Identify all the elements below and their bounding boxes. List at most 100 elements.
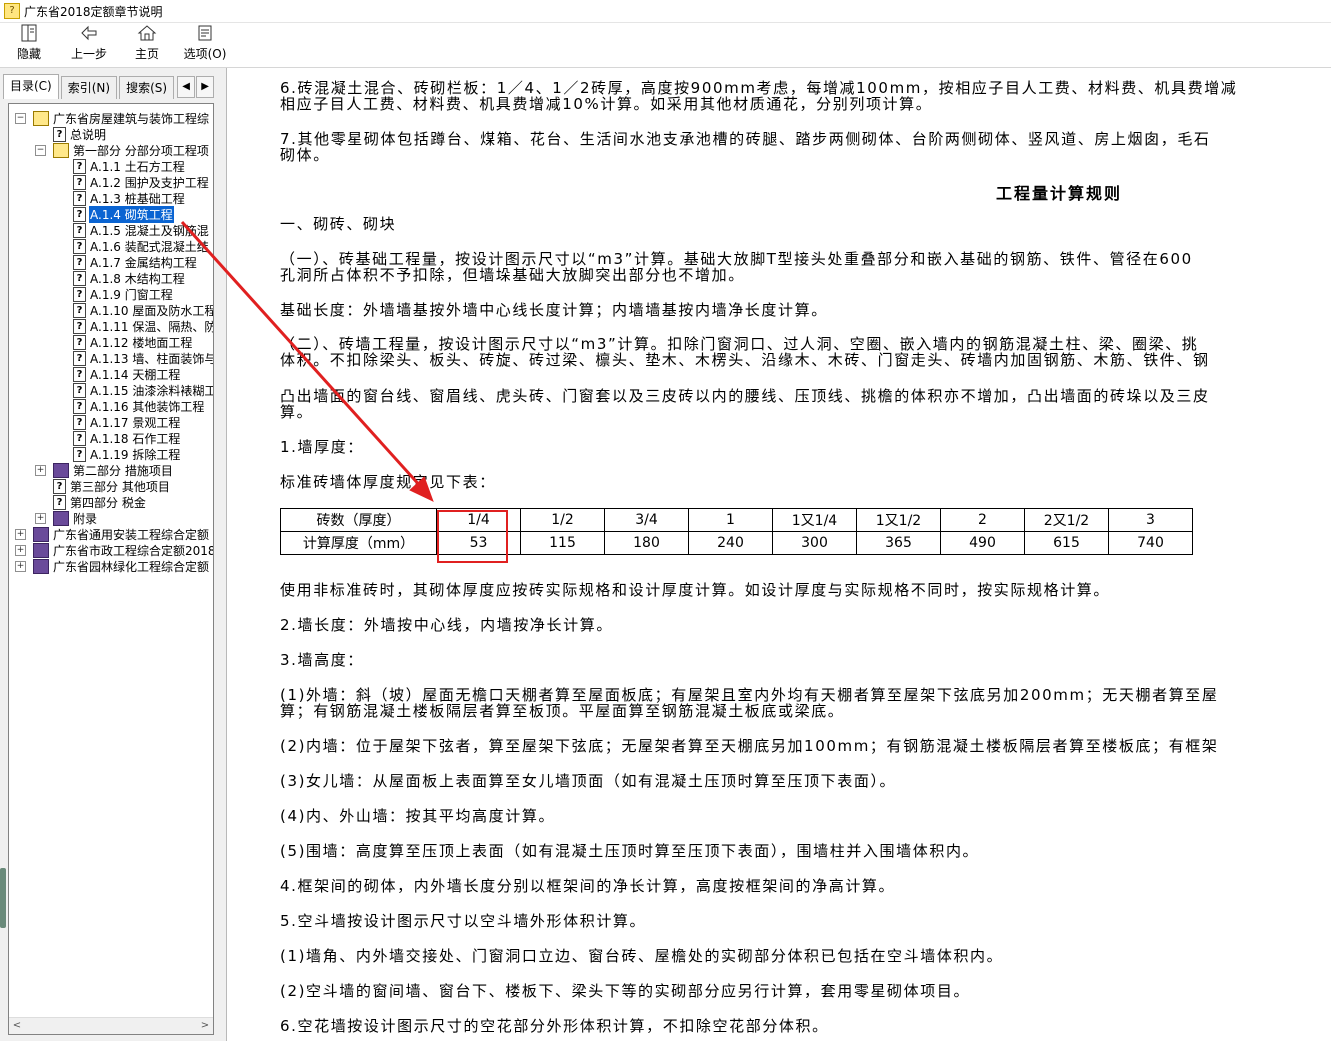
back-button[interactable]: 上一步 xyxy=(60,23,118,67)
tree-item[interactable]: ? A.1.17 景观工程 xyxy=(73,414,181,430)
tab-search[interactable]: 搜索(S) xyxy=(119,76,175,99)
table-cell: 3 xyxy=(1108,508,1193,532)
book-icon xyxy=(33,558,49,574)
tree-item[interactable]: ? A.1.11 保温、隔热、防 xyxy=(73,318,214,334)
help-page-icon: ? xyxy=(73,398,86,414)
tree-item[interactable]: ? A.1.4 砌筑工程 xyxy=(73,205,174,223)
tree-item[interactable]: ? A.1.6 装配式混凝土结 xyxy=(73,238,210,254)
options-button[interactable]: 选项(O) xyxy=(176,23,234,67)
home-icon xyxy=(137,23,157,45)
tree-item[interactable]: 第一部分 分部分项工程项 xyxy=(53,142,210,158)
content-paragraph: 相应子目人工费、材料费、机具费增减10%计算。如采用其他材质通花，分别列项计算。 xyxy=(280,95,933,113)
tree-item[interactable]: ? A.1.15 油漆涂料裱糊工 xyxy=(73,382,214,398)
tree-item[interactable]: ? A.1.13 墙、柱面装饰与 xyxy=(73,350,213,366)
tree-item-label: 第三部分 其他项目 xyxy=(70,479,170,494)
tree-item-label: A.1.17 景观工程 xyxy=(90,415,181,430)
tab-scroll-right-icon[interactable]: ▶ xyxy=(196,76,215,98)
table-cell: 740 xyxy=(1108,531,1193,555)
table-cell: 615 xyxy=(1024,531,1109,555)
tree-item-label: A.1.15 油漆涂料裱糊工 xyxy=(90,383,214,398)
tree-item[interactable]: 广东省市政工程综合定额2018 xyxy=(33,542,213,558)
tree-item-label: A.1.14 天棚工程 xyxy=(90,367,181,382)
tree-item[interactable]: ? A.1.3 桩基础工程 xyxy=(73,190,186,206)
home-button[interactable]: 主页 xyxy=(118,23,176,67)
tree-item[interactable]: 广东省通用安装工程综合定额 xyxy=(33,526,210,542)
content-paragraph: 算。 xyxy=(280,403,314,421)
tree-item[interactable]: ? A.1.5 混凝土及钢筋混 xyxy=(73,222,210,238)
tree-item-label: 广东省房屋建筑与装饰工程综 xyxy=(53,111,210,126)
tree-item-label: A.1.4 砌筑工程 xyxy=(89,205,174,223)
content-paragraph: 凸出墙面的窗台线、窗眉线、虎头砖、门窗套以及三皮砖以内的腰线、压顶线、挑檐的体积… xyxy=(280,387,1210,405)
help-page-icon: ? xyxy=(73,174,86,190)
tree-item[interactable]: ? A.1.12 楼地面工程 xyxy=(73,334,193,350)
content-paragraph: 5.空斗墙按设计图示尺寸以空斗墙外形体积计算。 xyxy=(280,912,647,930)
hide-label: 隐藏 xyxy=(16,47,41,61)
tree-item[interactable]: 附录 xyxy=(53,510,98,526)
expand-icon[interactable]: + xyxy=(35,465,46,476)
tree-item[interactable]: ? A.1.7 金属结构工程 xyxy=(73,254,198,270)
content-paragraph: 6.空花墙按设计图示尺寸的空花部分外形体积计算，不扣除空花部分体积。 xyxy=(280,1017,829,1035)
tree-item-label: A.1.7 金属结构工程 xyxy=(90,255,197,270)
content-paragraph: (5)围墙：高度算至压顶上表面（如有混凝土压顶时算至压顶下表面），围墙柱并入围墙… xyxy=(280,842,980,860)
content-paragraph: 使用非标准砖时，其砌体厚度应按砖实际规格和设计厚度计算。如设计厚度与实际规格不同… xyxy=(280,581,1111,599)
help-page-icon: ? xyxy=(73,350,86,366)
tree-item[interactable]: ? 第三部分 其他项目 xyxy=(53,478,171,494)
help-page-icon: ? xyxy=(73,318,86,334)
tree-item-label: 总说明 xyxy=(70,127,107,142)
tree-item[interactable]: ? A.1.2 围护及支护工程 xyxy=(73,174,210,190)
tree-item[interactable]: ? A.1.14 天棚工程 xyxy=(73,366,181,382)
tree-item-label: A.1.19 拆除工程 xyxy=(90,447,181,462)
help-page-icon: ? xyxy=(73,270,86,286)
expand-icon[interactable]: + xyxy=(15,561,26,572)
navigation-pane: 目录(C) 索引(N) 搜索(S) ◀ ▶ < > − 广东省房屋建筑与装饰工程综… xyxy=(0,68,227,1041)
tree-item[interactable]: 广东省房屋建筑与装饰工程综 xyxy=(33,110,210,126)
hide-button[interactable]: 隐藏 xyxy=(0,23,58,67)
expand-icon[interactable]: + xyxy=(35,513,46,524)
window-title: 广东省2018定额章节说明 xyxy=(24,4,163,19)
open-book-icon xyxy=(53,142,69,158)
tree-horizontal-scrollbar[interactable]: < > xyxy=(9,1017,213,1034)
content-paragraph: 4.框架间的砌体，内外墙长度分别以框架间的净长计算，高度按框架间的净高计算。 xyxy=(280,877,896,895)
tree-item[interactable]: ? A.1.9 门窗工程 xyxy=(73,286,174,302)
tree-item-label: A.1.11 保温、隔热、防 xyxy=(90,319,214,334)
tree-item-label: A.1.6 装配式混凝土结 xyxy=(90,239,209,254)
collapse-icon[interactable]: − xyxy=(15,113,26,124)
hide-icon xyxy=(19,23,39,45)
collapse-icon[interactable]: − xyxy=(35,145,46,156)
tree-item-label: 附录 xyxy=(73,511,98,526)
pane-splitter-grip[interactable] xyxy=(0,868,6,928)
scroll-left-icon[interactable]: < xyxy=(9,1018,25,1034)
scroll-right-icon[interactable]: > xyxy=(197,1018,213,1034)
tree-item-label: A.1.12 楼地面工程 xyxy=(90,335,193,350)
tree-item[interactable]: ? A.1.8 木结构工程 xyxy=(73,270,186,286)
table-cell: 365 xyxy=(856,531,941,555)
table-cell: 1/2 xyxy=(520,508,605,532)
tab-index[interactable]: 索引(N) xyxy=(60,76,118,99)
tree-item[interactable]: ? A.1.18 石作工程 xyxy=(73,430,181,446)
tree-item[interactable]: ? A.1.19 拆除工程 xyxy=(73,446,181,462)
tree-item[interactable]: ? A.1.10 屋面及防水工程 xyxy=(73,302,213,318)
tree-item[interactable]: 广东省园林绿化工程综合定额 xyxy=(33,558,210,574)
help-page-icon: ? xyxy=(73,254,86,270)
table-row: 砖数（厚度） 1/4 1/2 3/4 1 1又1/4 1又1/2 2 2又1/2 3 xyxy=(280,508,1193,532)
tab-contents[interactable]: 目录(C) xyxy=(3,74,59,99)
help-page-icon: ? xyxy=(73,334,86,350)
tree-item[interactable]: ? 总说明 xyxy=(53,126,107,142)
contents-tree[interactable]: < > − 广东省房屋建筑与装饰工程综? 总说明 − 第一部分 分部分项工程项? A.1.… xyxy=(8,103,214,1035)
tree-item[interactable]: ? A.1.1 土石方工程 xyxy=(73,158,186,174)
help-page-icon: ? xyxy=(73,206,86,222)
expand-icon[interactable]: + xyxy=(15,529,26,540)
open-book-icon xyxy=(33,110,49,126)
table-cell: 2 xyxy=(940,508,1025,532)
tree-item[interactable]: ? 第四部分 税金 xyxy=(53,494,147,510)
tab-scroll-left-icon[interactable]: ◀ xyxy=(177,76,196,98)
content-paragraph: (1)墙角、内外墙交接处、门窗洞口立边、窗台砖、屋檐处的实砌部分体积已包括在空斗… xyxy=(280,947,1004,965)
table-row: 计算厚度（mm） 53 115 180 240 300 365 490 615 740 xyxy=(280,531,1193,555)
expand-icon[interactable]: + xyxy=(15,545,26,556)
help-page-icon: ? xyxy=(73,414,86,430)
content-paragraph: 7.其他零星砌体包括蹲台、煤箱、花台、生活间水池支承池槽的砖腿、踏步两侧砌体、台… xyxy=(280,130,1211,148)
help-app-icon: ? xyxy=(4,3,20,19)
tree-item-label: A.1.3 桩基础工程 xyxy=(90,191,185,206)
tree-item[interactable]: ? A.1.16 其他装饰工程 xyxy=(73,398,205,414)
tree-item[interactable]: 第二部分 措施项目 xyxy=(53,462,174,478)
